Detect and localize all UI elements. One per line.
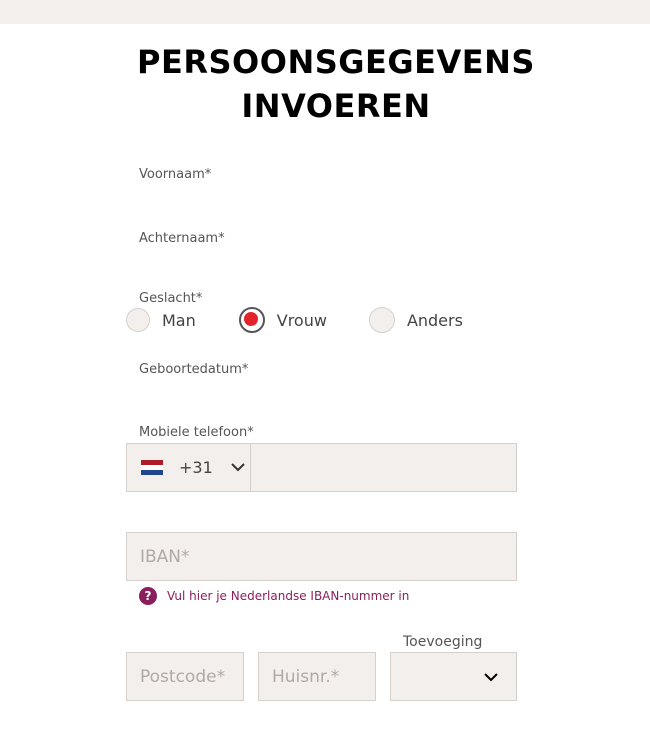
page-title-line-1: PERSOONSGEGEVENS: [137, 43, 535, 81]
gender-option-vrouw[interactable]: Vrouw: [238, 307, 327, 333]
country-code-value: +31: [179, 458, 213, 477]
gender-option-label: Man: [162, 310, 196, 330]
gender-option-anders[interactable]: Anders: [368, 307, 463, 333]
mobile-phone-field: +31: [126, 443, 517, 493]
radio-circle-anders[interactable]: [368, 307, 395, 333]
addition-label: Toevoeging: [403, 634, 483, 650]
top-bar: [0, 0, 650, 24]
last-name-label: Achternaam*: [139, 231, 225, 246]
mobile-phone-input[interactable]: [251, 444, 516, 493]
radio-circle-man[interactable]: [126, 308, 150, 332]
iban-hint-text: Vul hier je Nederlandse IBAN-nummer in: [167, 589, 410, 603]
mobile-phone-label: Mobiele telefoon*: [139, 425, 254, 440]
gender-option-man[interactable]: Man: [126, 308, 196, 332]
page-title-line-2: INVOEREN: [241, 87, 431, 125]
iban-input[interactable]: [126, 532, 517, 581]
addition-select[interactable]: [390, 652, 517, 701]
postcode-input[interactable]: [126, 652, 244, 701]
birthdate-label: Geboortedatum*: [139, 362, 249, 377]
gender-option-label: Anders: [406, 310, 463, 330]
question-icon[interactable]: ?: [139, 587, 157, 605]
netherlands-flag-icon: [141, 460, 163, 475]
first-name-label: Voornaam*: [139, 167, 212, 182]
gender-label: Geslacht*: [139, 291, 203, 306]
iban-hint: ? Vul hier je Nederlandse IBAN-nummer in: [139, 587, 409, 605]
page-title: PERSOONSGEGEVENS INVOEREN: [0, 40, 650, 128]
house-number-input[interactable]: [258, 652, 376, 701]
chevron-down-icon: [484, 673, 498, 682]
gender-radio-group: Man Vrouw Anders: [126, 307, 463, 333]
radio-circle-vrouw[interactable]: [238, 307, 265, 333]
chevron-down-icon: [231, 463, 245, 472]
country-code-selector[interactable]: +31: [127, 444, 251, 491]
gender-option-label: Vrouw: [276, 310, 327, 330]
